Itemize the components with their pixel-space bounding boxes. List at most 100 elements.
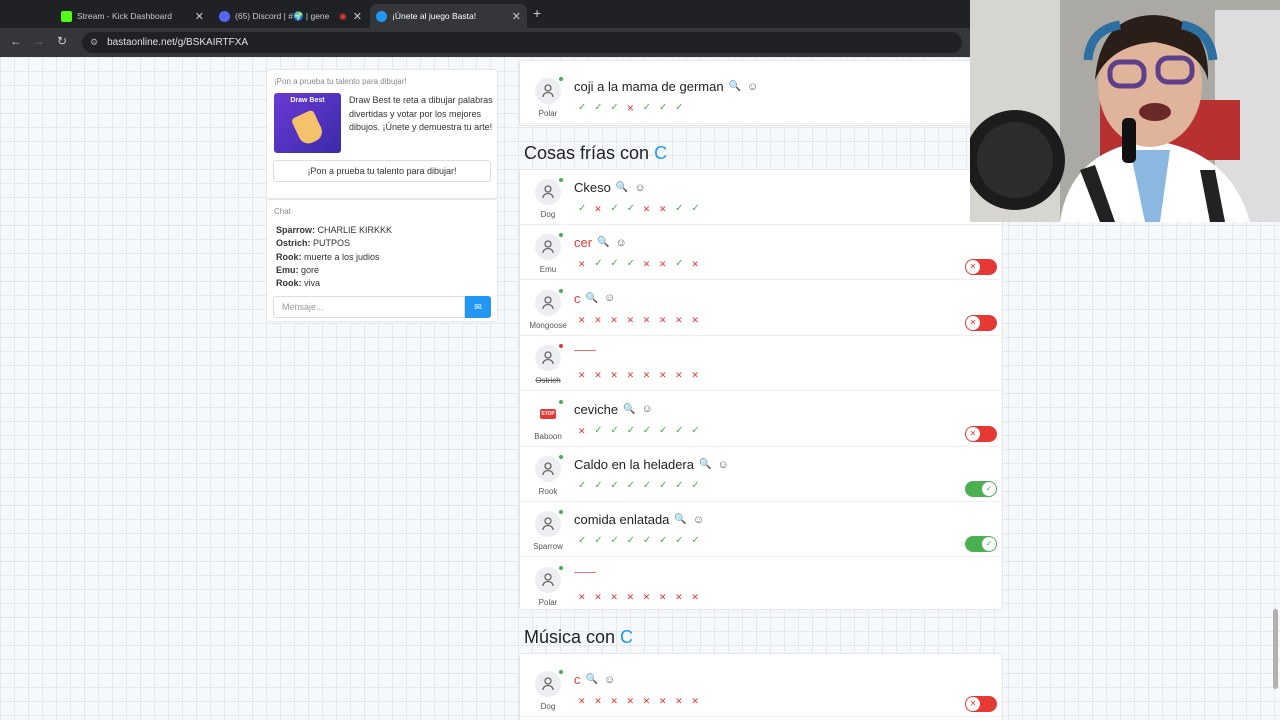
vote-toggle[interactable]: ✕	[965, 425, 997, 442]
emoji-icon[interactable]: ☺	[604, 292, 615, 304]
check-icon: ✓	[675, 424, 684, 436]
emoji-icon[interactable]: ☺	[634, 182, 645, 194]
x-icon: ✕	[594, 370, 602, 381]
answer: Caldo en la heladera 🔍 ☺	[574, 457, 729, 472]
check-icon: ✓	[675, 258, 684, 270]
tab-kick-dashboard[interactable]: Stream - Kick Dashboard ✕	[55, 4, 210, 28]
check-icon: ✓	[626, 203, 635, 214]
votes: ✕ ✓ ✓ ✓ ✓ ✓ ✓ ✓	[578, 425, 708, 437]
search-icon[interactable]: 🔍	[623, 404, 635, 415]
x-icon: ✕	[642, 591, 651, 602]
search-icon[interactable]: 🔍	[597, 237, 609, 248]
player-name: Dog	[540, 210, 556, 219]
x-icon: ✕	[691, 591, 699, 602]
answer: comida enlatada 🔍 ☺	[574, 512, 704, 527]
x-icon: ✕	[658, 591, 667, 602]
emoji-icon[interactable]: ☺	[616, 237, 627, 249]
emoji-icon[interactable]: ☺	[717, 459, 728, 471]
avatar	[535, 344, 563, 372]
vote-toggle[interactable]: ✓	[965, 536, 997, 553]
x-icon: ✕	[610, 314, 618, 325]
x-icon: ✕	[691, 696, 699, 706]
send-icon: ✉	[474, 301, 482, 312]
emoji-icon[interactable]: ☺	[604, 674, 615, 686]
chat-text: muerte a los judios	[304, 251, 380, 262]
check-icon: ✓	[626, 480, 635, 491]
close-tab-icon[interactable]: ✕	[195, 10, 204, 23]
tab-discord[interactable]: (65) Discord | #🌍 | gene ◉ ✕	[213, 4, 368, 28]
scrollbar[interactable]	[1273, 609, 1278, 689]
answer-row: Dog c 🔍 ☺ ✕ ✕ ✕ ✕ ✕ ✕ ✕ ✕ ✕	[520, 662, 1002, 717]
chat-text: CHARLIE KIRKKK	[317, 225, 393, 235]
category-title: Música con C	[524, 627, 633, 648]
reload-icon[interactable]: ↻	[57, 34, 67, 48]
draw-best-logo-text: Draw Best	[290, 97, 325, 104]
draw-best-image[interactable]: Draw Best	[274, 93, 341, 153]
basta-favicon-icon	[376, 10, 387, 22]
search-icon[interactable]: 🔍	[699, 459, 711, 470]
emoji-icon[interactable]: ☺	[747, 81, 758, 93]
x-icon: ✕	[642, 259, 651, 270]
check-icon: ✓	[610, 102, 619, 113]
chat-message: Emu: gore	[276, 264, 392, 277]
answer	[574, 346, 596, 352]
promo-title: ¡Pon a prueba tu talento para dibujar!	[274, 77, 407, 86]
check-icon: ✓	[594, 258, 603, 270]
vote-toggle[interactable]: ✕	[965, 259, 997, 276]
check-icon: ✓	[610, 258, 619, 270]
vote-toggle[interactable]: ✓	[965, 481, 997, 497]
search-icon[interactable]: 🔍	[586, 674, 598, 685]
answer-row: STOP Baboon ceviche 🔍 ☺ ✕ ✓ ✓ ✓ ✓ ✓ ✓ ✓ ✕	[520, 392, 1002, 447]
webcam-overlay	[970, 0, 1280, 222]
player-name: Ostrich	[535, 376, 561, 386]
answer	[574, 568, 596, 573]
chat-message-input[interactable]: Mensaje...	[273, 296, 465, 318]
promo-button[interactable]: ¡Pon a prueba tu talento para dibujar!	[273, 160, 491, 182]
check-icon: ✓	[610, 480, 619, 491]
x-icon: ✕	[578, 591, 586, 602]
user-icon	[542, 84, 554, 98]
user-icon	[542, 185, 554, 199]
emoji-icon[interactable]: ☺	[642, 403, 653, 415]
x-icon: ✕	[966, 426, 980, 441]
check-icon: ✓	[594, 102, 603, 113]
new-tab-icon[interactable]: +	[533, 5, 541, 21]
site-info-icon[interactable]: ⚙	[90, 37, 98, 48]
emoji-icon[interactable]: ☺	[693, 514, 704, 526]
x-icon: ✕	[610, 696, 618, 706]
url-field[interactable]: ⚙ bastaonline.net/g/BSKAIRTFXA	[82, 32, 962, 53]
x-icon: ✕	[675, 591, 683, 602]
answer-text: c	[574, 290, 581, 306]
answer-row: Mongoose c 🔍 ☺ ✕ ✕ ✕ ✕ ✕ ✕ ✕ ✕ ✕	[520, 281, 1002, 336]
online-dot	[559, 455, 563, 459]
search-icon[interactable]: 🔍	[616, 182, 628, 193]
check-icon: ✓	[578, 203, 587, 214]
answer-text: cer	[574, 235, 593, 251]
tab-label: (65) Discord | #🌍 | gene	[235, 10, 330, 21]
vote-toggle[interactable]: ✕	[965, 314, 997, 331]
tab-basta[interactable]: ¡Únete al juego Basta! ✕	[370, 4, 527, 28]
close-tab-icon[interactable]: ✕	[512, 10, 521, 23]
x-icon: ✕	[626, 591, 635, 602]
check-icon: ✓	[626, 258, 635, 270]
close-tab-icon[interactable]: ✕	[353, 10, 362, 23]
chat-send-button[interactable]: ✉	[465, 296, 491, 318]
answer-row: Ostrich ✕ ✕ ✕ ✕ ✕ ✕ ✕ ✕	[520, 336, 1002, 392]
back-arrow-icon[interactable]: ←	[10, 34, 22, 48]
x-icon: ✕	[658, 370, 667, 381]
x-icon: ✕	[691, 314, 699, 325]
answer-row: Rook Caldo en la heladera 🔍 ☺ ✓ ✓ ✓ ✓ ✓ ✓ ✓ ✓ ✓	[520, 447, 1002, 502]
kick-favicon-icon	[61, 10, 72, 22]
x-icon: ✕	[658, 314, 667, 325]
search-icon[interactable]: 🔍	[729, 81, 741, 92]
player-name: Polar	[538, 109, 558, 118]
x-icon: ✕	[594, 314, 602, 325]
forward-arrow-icon[interactable]: →	[33, 34, 45, 48]
search-icon[interactable]: 🔍	[674, 514, 686, 525]
check-icon: ✓	[642, 424, 652, 436]
search-icon[interactable]: 🔍	[586, 293, 598, 304]
vote-toggle[interactable]: ✕	[965, 696, 997, 712]
user-icon	[542, 296, 554, 309]
brush-icon	[290, 109, 326, 147]
check-icon: ✓	[675, 535, 684, 547]
